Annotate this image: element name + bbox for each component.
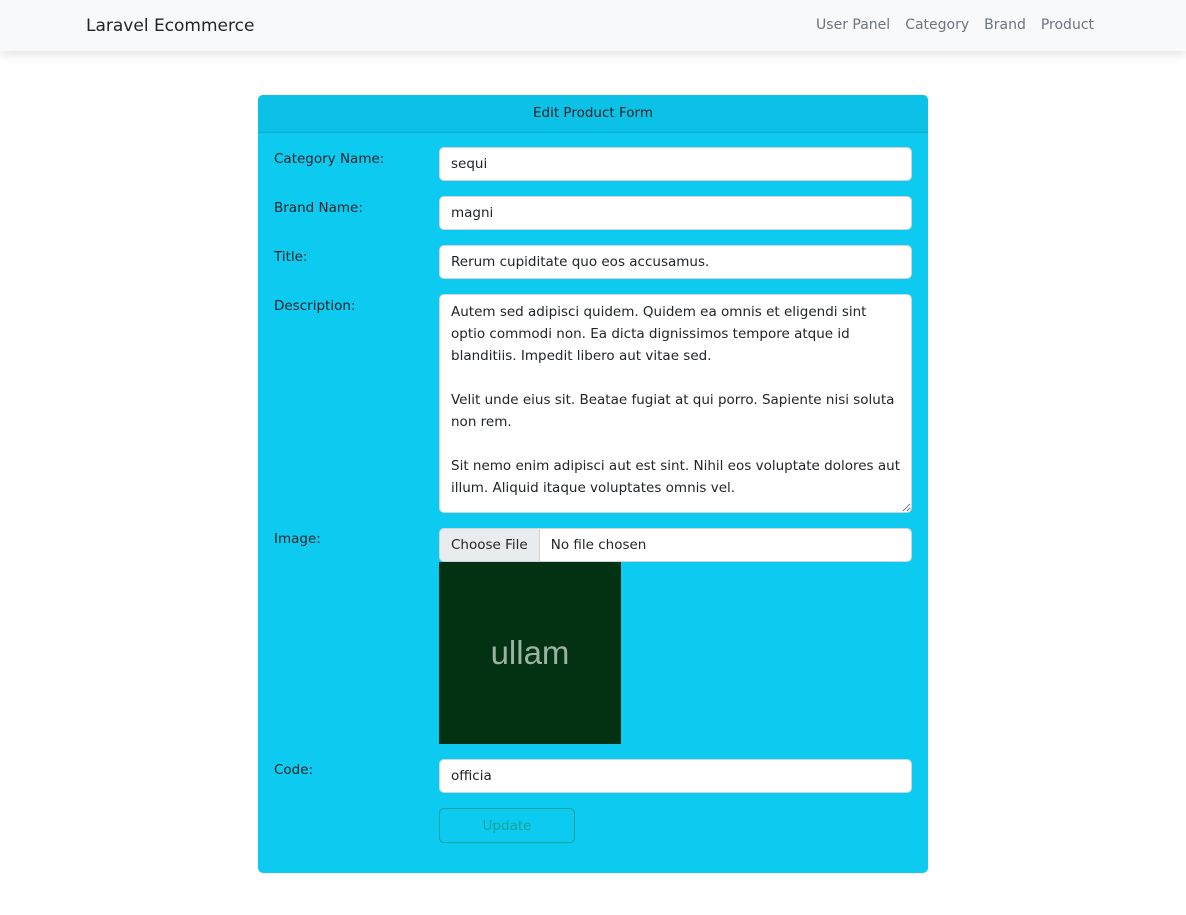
- title-input[interactable]: [439, 245, 912, 279]
- title-label: Title:: [274, 249, 308, 265]
- choose-file-button[interactable]: Choose File: [440, 529, 540, 561]
- edit-product-card: Edit Product Form Category Name: Brand N…: [258, 95, 928, 873]
- navbar: Laravel Ecommerce User Panel Category Br…: [0, 0, 1186, 51]
- nav-link-product[interactable]: Product: [1041, 17, 1094, 33]
- nav-links: User Panel Category Brand Product: [816, 17, 1094, 33]
- preview-image-text: ullam: [490, 634, 570, 671]
- description-textarea[interactable]: Autem sed adipisci quidem. Quidem ea omn…: [439, 294, 912, 513]
- brand-name-input[interactable]: [439, 196, 912, 230]
- product-image-preview: ullam: [439, 562, 621, 744]
- update-button[interactable]: Update: [439, 808, 575, 843]
- code-label: Code:: [274, 762, 314, 778]
- brand-label: Brand Name:: [274, 200, 363, 216]
- card-title: Edit Product Form: [258, 95, 928, 133]
- image-file-input[interactable]: Choose File No file chosen: [439, 528, 912, 562]
- nav-link-user-panel[interactable]: User Panel: [816, 17, 890, 33]
- category-label: Category Name:: [274, 151, 385, 167]
- nav-link-category[interactable]: Category: [905, 17, 969, 33]
- category-name-input[interactable]: [439, 147, 912, 181]
- nav-link-brand[interactable]: Brand: [984, 17, 1026, 33]
- description-label: Description:: [274, 298, 356, 314]
- code-input[interactable]: [439, 759, 912, 793]
- brand-link[interactable]: Laravel Ecommerce: [86, 16, 254, 36]
- file-status: No file chosen: [550, 537, 647, 553]
- image-label: Image:: [274, 531, 321, 547]
